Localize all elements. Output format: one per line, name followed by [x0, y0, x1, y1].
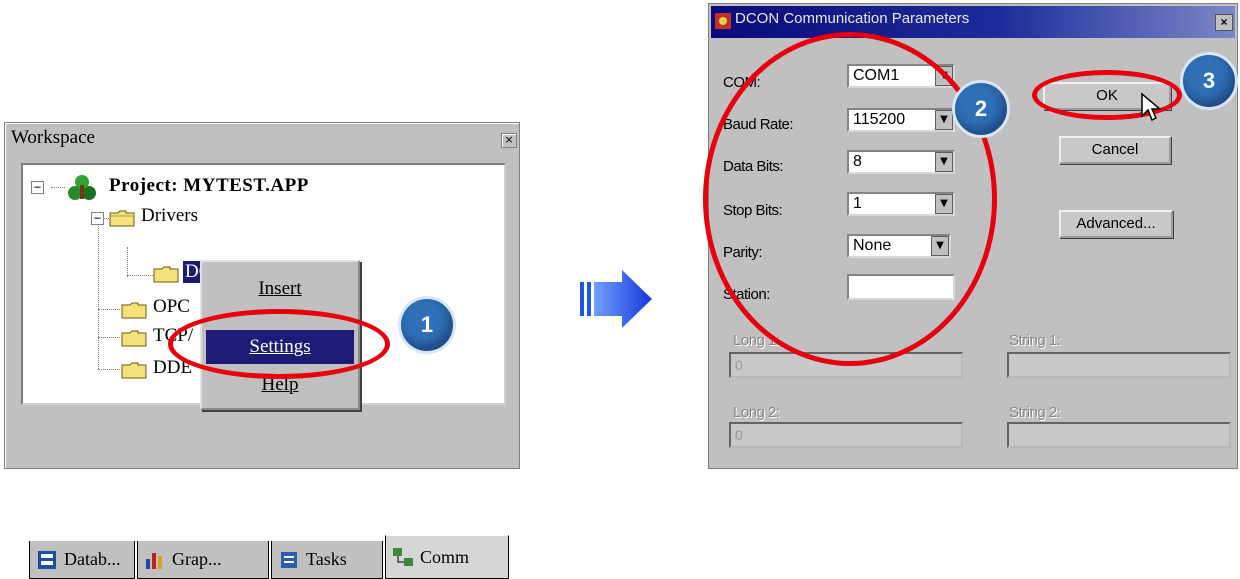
tab-label: Grap... — [172, 549, 222, 569]
string1-input[interactable] — [1007, 352, 1231, 378]
highlight-ring — [703, 32, 997, 366]
collapse-icon[interactable]: − — [91, 212, 104, 225]
step-badge-3: 3 — [1180, 52, 1238, 110]
dialog-titlebar: DCON Communication Parameters × — [711, 6, 1235, 38]
tab-label: Comm — [420, 546, 470, 567]
dialog-title: DCON Communication Parameters — [735, 10, 970, 27]
long2-label: Long 2: — [733, 404, 780, 421]
highlight-ring — [168, 309, 390, 379]
graphics-icon — [146, 552, 162, 569]
project-node[interactable]: Project: MYTEST.APP — [109, 175, 309, 197]
folder-icon — [121, 362, 147, 379]
tree-line — [127, 275, 153, 276]
cursor-icon — [1141, 92, 1162, 122]
tasks-icon — [281, 551, 297, 568]
tab-label: Tasks — [306, 549, 347, 569]
long2-input[interactable]: 0 — [729, 422, 963, 448]
tab-database[interactable]: Datab... — [29, 541, 135, 579]
step-badge-2: 2 — [952, 80, 1010, 138]
close-icon[interactable]: × — [501, 133, 517, 148]
advanced-button[interactable]: Advanced... — [1059, 210, 1173, 238]
app-icon — [715, 13, 731, 29]
database-icon — [38, 550, 56, 569]
close-icon[interactable]: × — [1215, 14, 1233, 31]
drivers-node[interactable]: Drivers — [141, 205, 198, 227]
comm-icon — [393, 548, 413, 566]
tree-line — [98, 369, 120, 370]
string1-label: String 1: — [1009, 332, 1061, 349]
tree-line — [98, 309, 120, 310]
tab-graphics[interactable]: Grap... — [137, 541, 269, 579]
collapse-icon[interactable]: − — [31, 181, 44, 194]
cancel-button[interactable]: Cancel — [1059, 136, 1171, 164]
tab-comm[interactable]: Comm — [385, 535, 509, 579]
tab-label: Datab... — [64, 549, 121, 569]
menu-item-insert[interactable]: Insert — [206, 272, 354, 306]
opc-node[interactable]: OPC — [153, 296, 190, 318]
folder-icon — [121, 330, 147, 347]
tree-line — [98, 337, 120, 338]
folder-icon — [109, 210, 135, 227]
folder-icon — [153, 266, 179, 283]
project-icon — [68, 175, 96, 200]
step-badge-1: 1 — [398, 296, 456, 354]
workspace-title: Workspace — [11, 127, 95, 148]
folder-icon — [121, 302, 147, 319]
string2-input[interactable] — [1007, 422, 1231, 448]
arrow-right-icon — [580, 270, 652, 328]
tree-line — [127, 247, 128, 277]
string2-label: String 2: — [1009, 404, 1061, 421]
tree-line — [98, 215, 99, 369]
tab-tasks[interactable]: Tasks — [271, 541, 383, 579]
